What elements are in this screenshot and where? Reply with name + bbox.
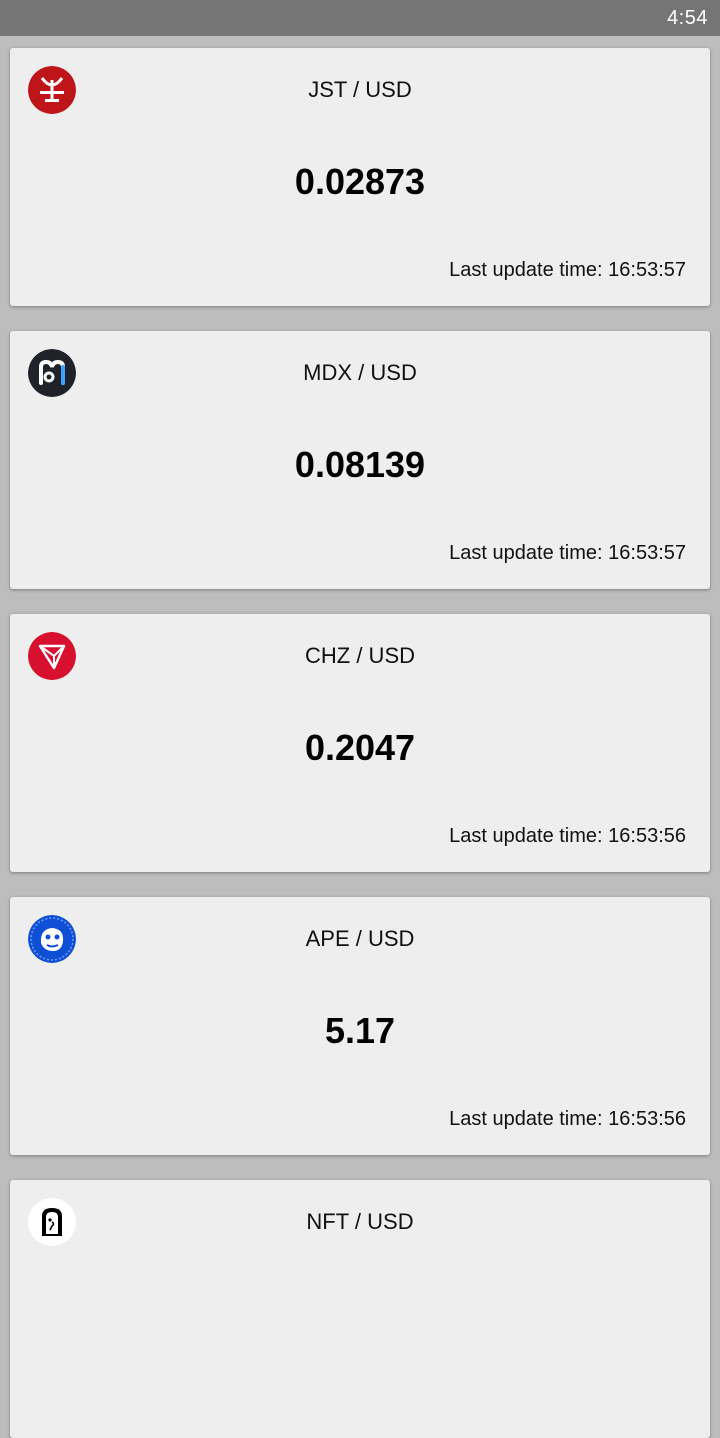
price-value: 0.08139 <box>294 444 426 485</box>
last-update-time: 16:53:56 <box>608 825 686 847</box>
last-update-label: Last update time: <box>449 542 609 564</box>
price-value: 0.2047 <box>304 727 416 768</box>
last-update-time: 16:53:57 <box>608 259 686 281</box>
pair-label: JST / USD <box>308 77 412 102</box>
last-update-time: 16:53:56 <box>608 1108 686 1130</box>
last-update-label: Last update time: <box>449 825 609 847</box>
price-value: 5.17 <box>324 1010 396 1051</box>
status-clock: 4:54 <box>667 7 708 29</box>
last-update-label: Last update time: <box>449 259 609 281</box>
last-update: Last update time: 16:53:56 <box>449 825 686 848</box>
pair-label: APE / USD <box>305 926 415 951</box>
price-card-ape[interactable]: APE / USD 5.17 Last update time: 16:53:5… <box>10 897 710 1155</box>
pair-label: CHZ / USD <box>305 643 415 668</box>
price-card-chz[interactable]: CHZ / USD 0.2047 Last update time: 16:53… <box>10 614 710 872</box>
price-card-mdx[interactable]: MDX / USD 0.08139 Last update time: 16:5… <box>10 331 710 589</box>
last-update: Last update time: 16:53:56 <box>449 1108 686 1131</box>
last-update-label: Last update time: <box>449 1108 609 1130</box>
price-value: 0.02873 <box>294 161 426 202</box>
last-update: Last update time: 16:53:57 <box>449 259 686 282</box>
pair-label: NFT / USD <box>306 1209 414 1234</box>
last-update-time: 16:53:57 <box>608 542 686 564</box>
pair-label: MDX / USD <box>303 360 417 385</box>
status-bar: 4:54 <box>0 0 720 36</box>
price-card-jst[interactable]: JST / USD 0.02873 Last update time: 16:5… <box>10 48 710 306</box>
last-update: Last update time: 16:53:57 <box>449 542 686 565</box>
price-card-nft[interactable]: NFT / USD <box>10 1180 710 1438</box>
